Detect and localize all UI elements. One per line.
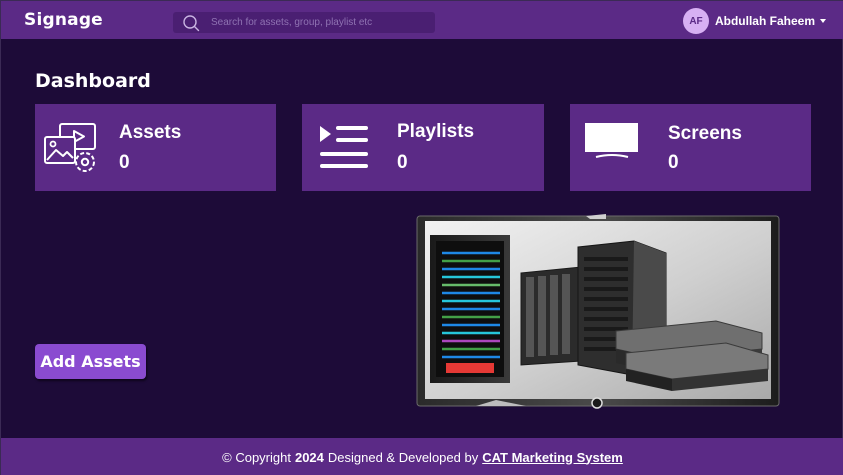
company-link[interactable]: CAT Marketing System bbox=[482, 450, 623, 465]
brand-logo[interactable]: Signage bbox=[24, 10, 103, 30]
assets-card[interactable]: Assets 0 bbox=[35, 104, 276, 191]
copyright-year: 2024 bbox=[294, 449, 324, 465]
page-title: Dashboard bbox=[35, 70, 151, 92]
screens-card[interactable]: Screens 0 bbox=[570, 104, 811, 191]
search-icon bbox=[183, 15, 200, 32]
screen-icon bbox=[585, 123, 638, 158]
add-assets-button[interactable]: Add Assets bbox=[35, 344, 146, 379]
user-name[interactable]: Abdullah Faheem bbox=[715, 14, 815, 28]
avatar[interactable]: AF bbox=[682, 8, 709, 34]
media-gear-icon bbox=[44, 123, 96, 172]
footer: © Copyright 2024 Designed & Developed by… bbox=[1, 438, 843, 475]
monitor-preview-image bbox=[416, 214, 780, 409]
playlist-icon bbox=[320, 126, 368, 168]
search-input[interactable] bbox=[211, 12, 429, 33]
playlists-count: 0 bbox=[397, 152, 408, 173]
playlists-card[interactable]: Playlists 0 bbox=[302, 104, 544, 191]
assets-count: 0 bbox=[119, 152, 130, 173]
playlists-label: Playlists bbox=[397, 121, 475, 142]
search-bar[interactable] bbox=[173, 12, 435, 33]
copyright-text: © Copyright bbox=[222, 449, 291, 465]
user-menu[interactable]: AF Abdullah Faheem bbox=[682, 8, 826, 34]
top-navbar: Signage AF Abdullah Faheem bbox=[1, 1, 843, 39]
app-frame: Signage AF Abdullah Faheem Dashboard Ass… bbox=[0, 0, 843, 475]
chevron-down-icon[interactable] bbox=[820, 19, 826, 23]
screens-label: Screens bbox=[668, 123, 742, 144]
credit-text: Designed & Developed by bbox=[327, 449, 479, 465]
assets-label: Assets bbox=[119, 122, 182, 143]
screens-count: 0 bbox=[668, 152, 679, 173]
